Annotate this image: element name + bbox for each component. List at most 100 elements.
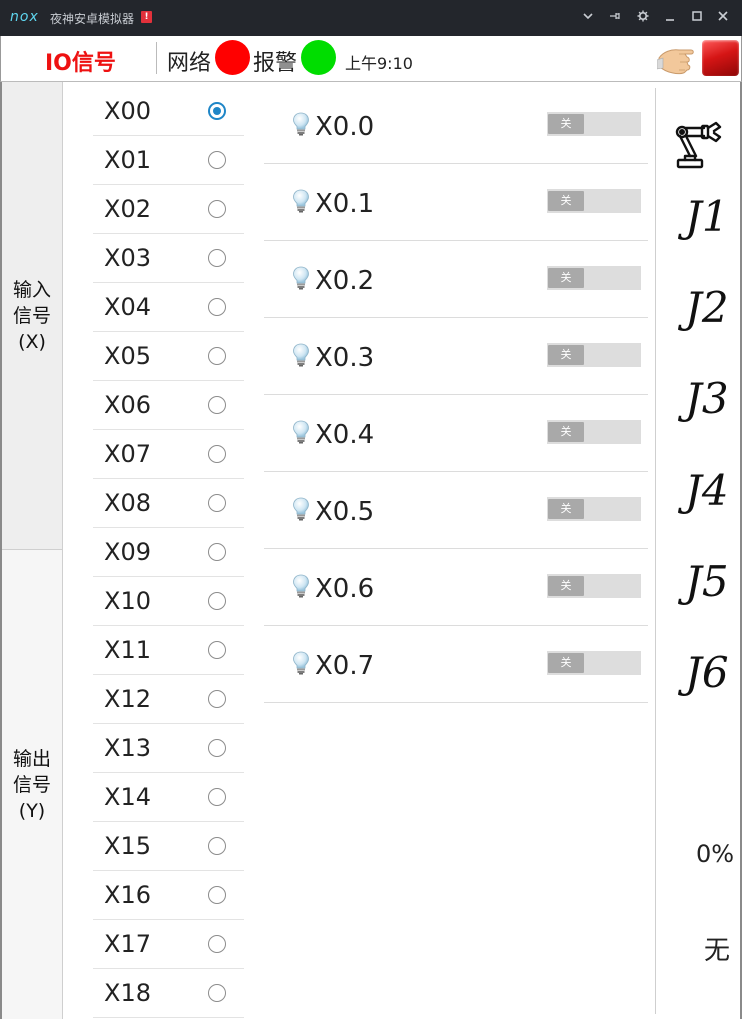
signal-toggle[interactable]: 关 [547, 497, 641, 521]
signal-toggle[interactable]: 关 [547, 651, 641, 675]
radio-button[interactable] [208, 935, 226, 953]
signal-label: X0.6 [315, 574, 375, 604]
x-signal-label: X06 [104, 391, 151, 419]
x-signal-label: X11 [104, 636, 151, 664]
robot-arm-icon[interactable] [672, 118, 730, 170]
mode-label: 无 [704, 936, 731, 966]
joint-button-3[interactable]: J3 [685, 374, 729, 423]
radio-button[interactable] [208, 151, 226, 169]
list-item[interactable]: X12 [93, 675, 244, 724]
x-signal-label: X01 [104, 146, 151, 174]
list-item[interactable]: X09 [93, 528, 244, 577]
radio-button[interactable] [208, 739, 226, 757]
signal-label: X0.3 [315, 343, 375, 373]
tab-input-signals[interactable]: 输入信号(X) [2, 82, 63, 550]
list-item[interactable]: X16 [93, 871, 244, 920]
tab-output-label: 输出信号(Y) [12, 747, 51, 822]
network-status-indicator [215, 40, 250, 75]
list-item[interactable]: X06 [93, 381, 244, 430]
joint-button-5[interactable]: J5 [685, 557, 729, 606]
signal-row: X0.7 关 [264, 626, 648, 703]
list-item[interactable]: X01 [93, 136, 244, 185]
signal-row: X0.0 关 [264, 87, 648, 164]
list-item[interactable]: X11 [93, 626, 244, 675]
joint-button-2[interactable]: J2 [685, 283, 729, 332]
emergency-stop-button[interactable] [702, 40, 739, 76]
list-item[interactable]: X04 [93, 283, 244, 332]
list-item[interactable]: X03 [93, 234, 244, 283]
x-signal-label: X05 [104, 342, 151, 370]
bulb-icon [292, 112, 310, 136]
bulb-icon [292, 189, 310, 213]
x-signal-label: X09 [104, 538, 151, 566]
header-divider [156, 42, 157, 74]
radio-button[interactable] [208, 396, 226, 414]
list-item[interactable]: X17 [93, 920, 244, 969]
list-item[interactable]: X00 [93, 87, 244, 136]
joint-button-4[interactable]: J4 [685, 466, 729, 515]
signal-label: X0.4 [315, 420, 375, 450]
right-column-divider [655, 88, 656, 1014]
list-item[interactable]: X10 [93, 577, 244, 626]
window-title: 夜神安卓模拟器 [50, 12, 135, 26]
radio-button[interactable] [208, 837, 226, 855]
signal-toggle[interactable]: 关 [547, 266, 641, 290]
app-header: IO信号 网络 报警 上午9:10 [0, 36, 742, 82]
toggle-state-label: 关 [548, 114, 584, 134]
signal-row: X0.2 关 [264, 241, 648, 318]
joint-button-6[interactable]: J6 [685, 648, 729, 697]
x-signal-label: X17 [104, 930, 151, 958]
signal-toggle[interactable]: 关 [547, 189, 641, 213]
x-signal-label: X00 [104, 97, 151, 125]
alert-badge[interactable]: ! [141, 11, 152, 23]
radio-button[interactable] [208, 886, 226, 904]
nox-logo: nox [10, 9, 39, 25]
signal-label: X0.0 [315, 112, 375, 142]
pin-icon[interactable] [605, 8, 625, 28]
signal-label: X0.2 [315, 266, 375, 296]
emulator-titlebar: nox 夜神安卓模拟器 ! [0, 0, 742, 36]
hand-icon[interactable] [656, 40, 699, 78]
list-item[interactable]: X08 [93, 479, 244, 528]
radio-button[interactable] [208, 347, 226, 365]
list-item[interactable]: X14 [93, 773, 244, 822]
x-signal-label: X07 [104, 440, 151, 468]
signal-toggle[interactable]: 关 [547, 112, 641, 136]
radio-button[interactable] [208, 543, 226, 561]
radio-button[interactable] [208, 690, 226, 708]
x-signal-label: X10 [104, 587, 151, 615]
tab-output-signals[interactable]: 输出信号(Y) [2, 550, 63, 1019]
list-item[interactable]: X02 [93, 185, 244, 234]
radio-button[interactable] [208, 102, 226, 120]
radio-button[interactable] [208, 249, 226, 267]
list-item[interactable]: X18 [93, 969, 244, 1018]
signal-toggle[interactable]: 关 [547, 574, 641, 598]
radio-button[interactable] [208, 984, 226, 1002]
bulb-icon [292, 574, 310, 598]
radio-button[interactable] [208, 592, 226, 610]
radio-button[interactable] [208, 641, 226, 659]
signal-toggle[interactable]: 关 [547, 420, 641, 444]
x-signal-label: X15 [104, 832, 151, 860]
radio-button[interactable] [208, 788, 226, 806]
radio-button[interactable] [208, 445, 226, 463]
close-icon[interactable] [713, 8, 733, 28]
bulb-icon [292, 420, 310, 444]
joint-button-1[interactable]: J1 [685, 192, 729, 241]
list-item[interactable]: X15 [93, 822, 244, 871]
signal-toggle[interactable]: 关 [547, 343, 641, 367]
signal-row: X0.4 关 [264, 395, 648, 472]
gear-icon[interactable] [633, 8, 653, 28]
toggle-state-label: 关 [548, 345, 584, 365]
list-item[interactable]: X05 [93, 332, 244, 381]
maximize-icon[interactable] [687, 8, 707, 28]
radio-button[interactable] [208, 298, 226, 316]
minimize-icon[interactable] [660, 8, 680, 28]
x-signal-label: X16 [104, 881, 151, 909]
radio-button[interactable] [208, 200, 226, 218]
radio-button[interactable] [208, 494, 226, 512]
chevron-down-icon[interactable] [578, 8, 598, 28]
toggle-state-label: 关 [548, 499, 584, 519]
list-item[interactable]: X07 [93, 430, 244, 479]
list-item[interactable]: X13 [93, 724, 244, 773]
